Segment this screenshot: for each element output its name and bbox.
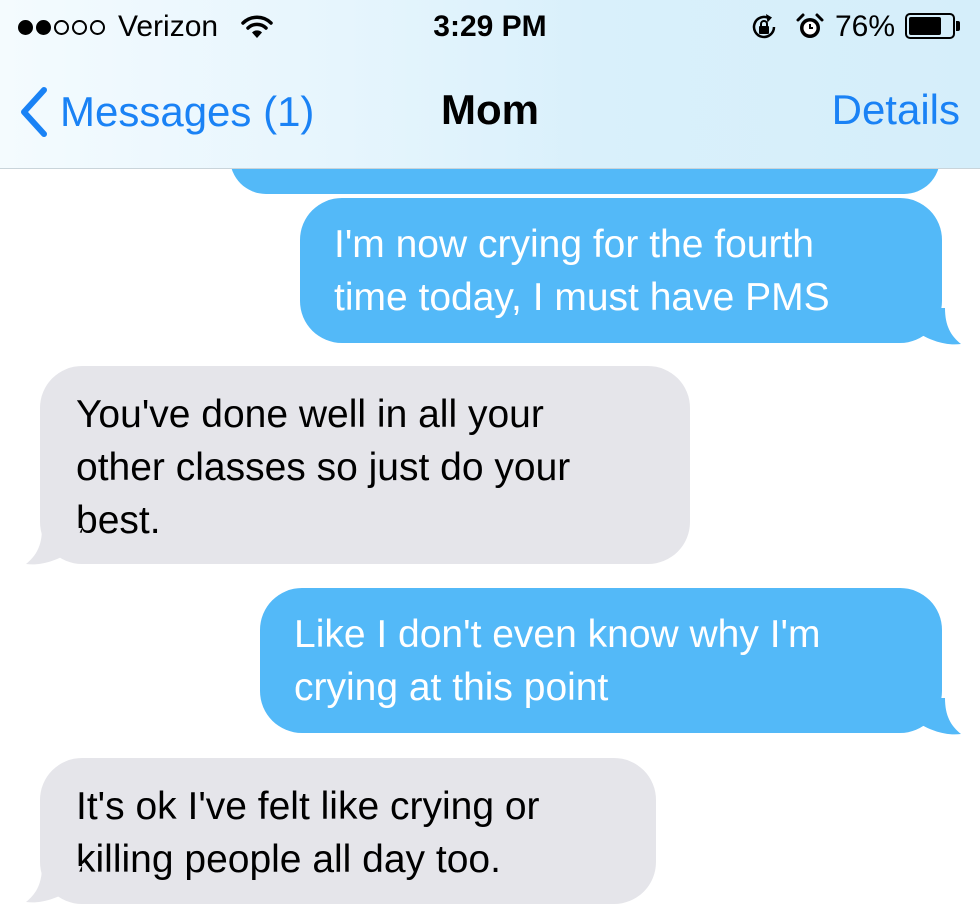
top-bar: Verizon 3:29 PM 76% Messages (1) Mom Det…: [0, 0, 980, 169]
received-message-bubble[interactable]: It's ok I've felt like crying or killing…: [40, 758, 656, 904]
received-bubble-tail: [26, 528, 82, 565]
received-message-bubble[interactable]: You've done well in all your other class…: [40, 366, 690, 564]
status-time: 3:29 PM: [433, 10, 547, 43]
battery-level-fill: [909, 17, 941, 35]
alarm-clock-icon: [795, 12, 825, 47]
battery-percentage: 76%: [835, 10, 896, 43]
status-bar: Verizon 3:29 PM 76%: [0, 0, 980, 56]
details-button[interactable]: Details: [832, 86, 960, 134]
sent-message-bubble[interactable]: I'm now crying for the fourth time today…: [300, 198, 942, 343]
partial-sent-bubble: [230, 168, 940, 194]
battery-tip: [956, 21, 960, 31]
sent-bubble-tail: [905, 698, 961, 735]
received-bubble-tail: [26, 866, 82, 903]
sent-bubble-tail: [905, 308, 961, 345]
battery-icon: [905, 13, 955, 39]
navigation-bar: Messages (1) Mom Details: [0, 56, 980, 168]
rotation-lock-icon: [749, 12, 779, 47]
sent-message-bubble[interactable]: Like I don't even know why I'm crying at…: [260, 588, 942, 733]
message-thread[interactable]: I'm now crying for the fourth time today…: [0, 168, 980, 924]
